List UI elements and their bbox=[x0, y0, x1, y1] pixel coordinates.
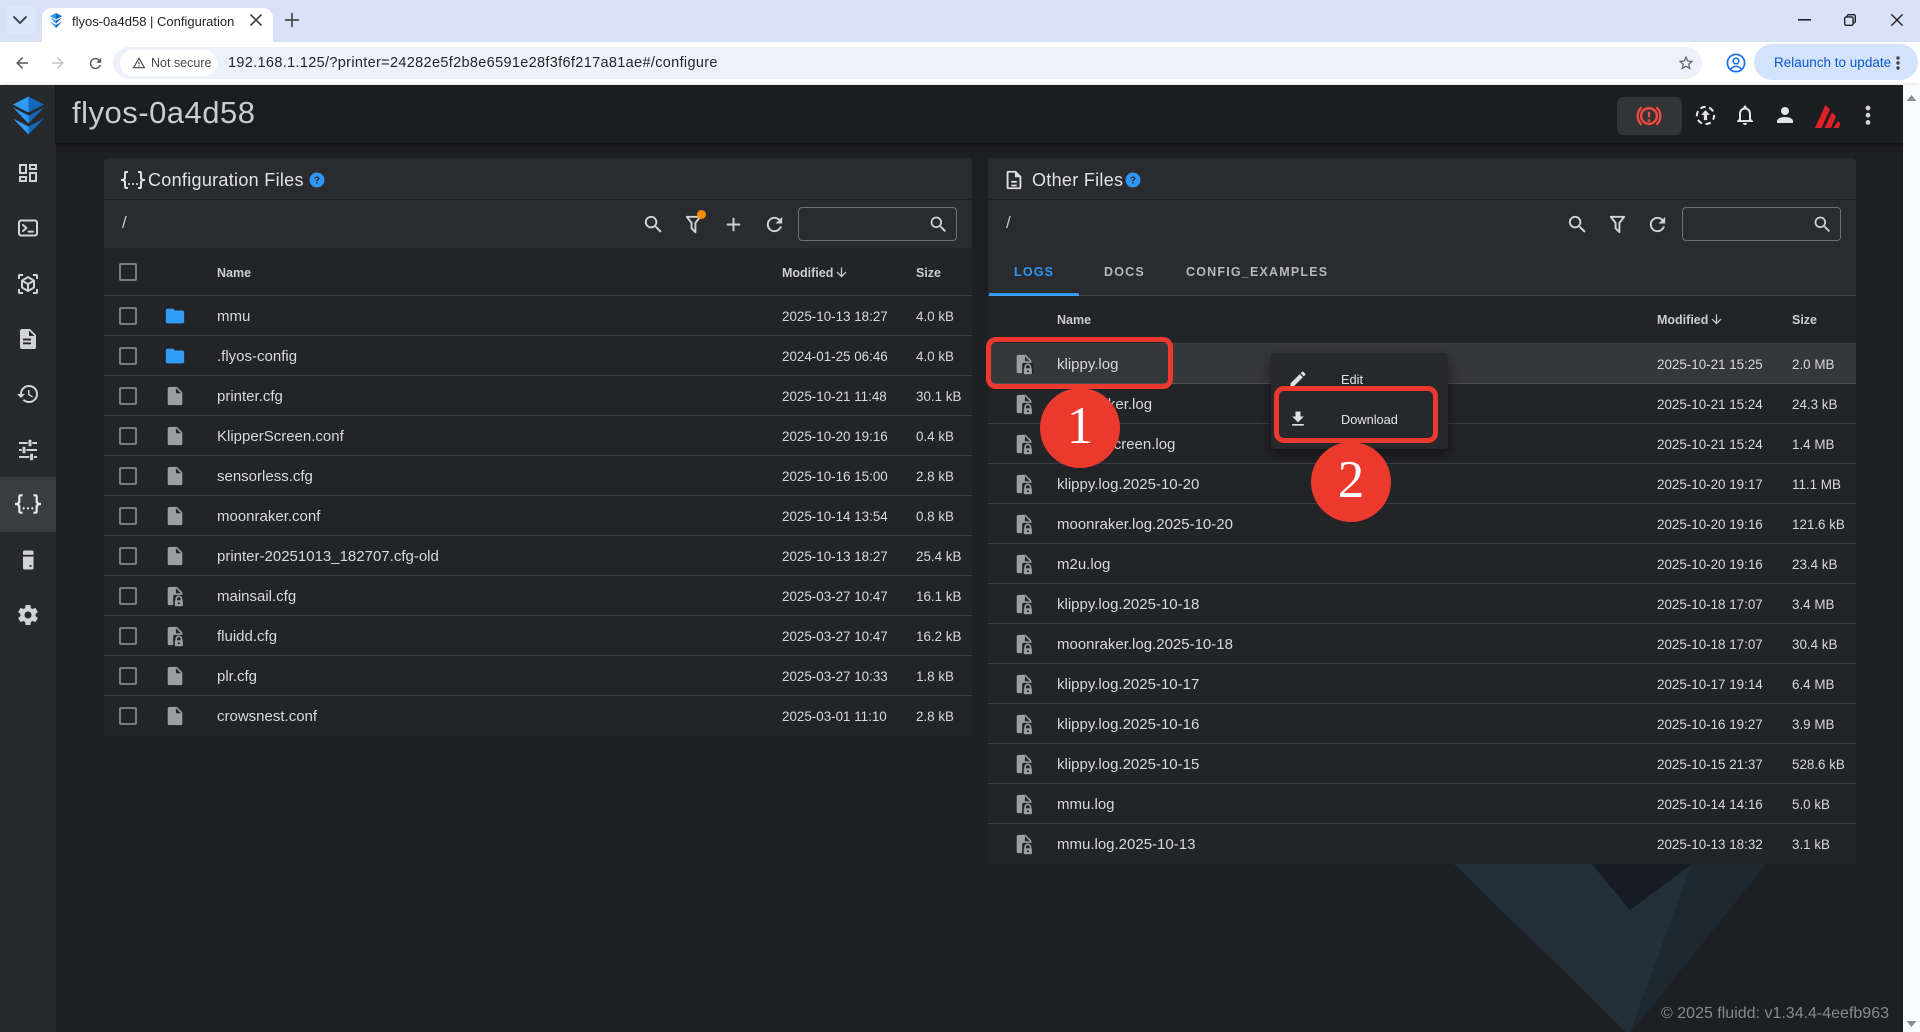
svg-text:?: ? bbox=[314, 176, 320, 187]
svg-text:?: ? bbox=[1130, 176, 1136, 187]
